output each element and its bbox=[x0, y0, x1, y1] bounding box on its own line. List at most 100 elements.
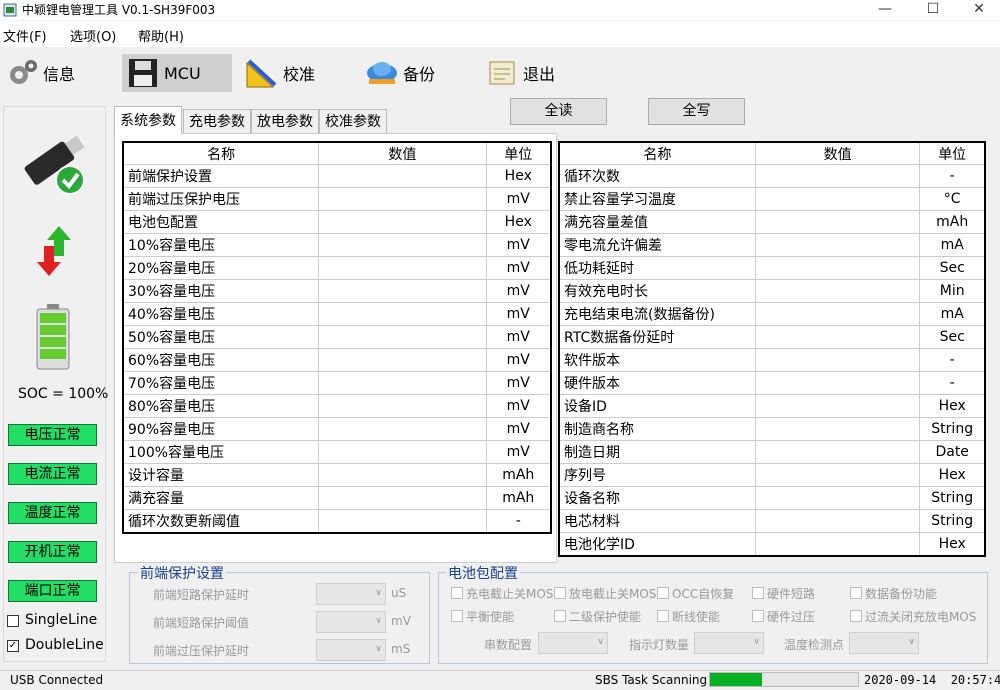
cell-name: 30%容量电压 bbox=[123, 279, 320, 303]
write-all-button[interactable]: 全写 bbox=[648, 98, 745, 125]
cell-value[interactable] bbox=[755, 233, 921, 257]
cell-name: 设计容量 bbox=[123, 463, 320, 487]
single-line-checkbox[interactable] bbox=[7, 615, 19, 627]
cell-value[interactable] bbox=[755, 210, 921, 234]
cell-value[interactable] bbox=[755, 302, 921, 326]
cell-value[interactable] bbox=[755, 463, 921, 487]
cell-value[interactable] bbox=[318, 325, 487, 349]
cell-value[interactable] bbox=[755, 486, 921, 510]
cell-value[interactable] bbox=[755, 532, 921, 557]
pack-config-checkbox[interactable] bbox=[451, 610, 463, 622]
cell-name: 有效充电时长 bbox=[559, 279, 756, 303]
cell-value[interactable] bbox=[318, 233, 487, 257]
cell-value[interactable] bbox=[318, 371, 487, 395]
close-button[interactable]: ✕ bbox=[956, 0, 1000, 20]
cell-value[interactable] bbox=[755, 394, 921, 418]
cell-value[interactable] bbox=[755, 509, 921, 533]
cell-name: 10%容量电压 bbox=[123, 233, 320, 257]
cell-value[interactable] bbox=[318, 210, 487, 234]
pack-config-select[interactable]: ∨ bbox=[849, 632, 919, 654]
frontend-row-select[interactable]: ∨ bbox=[316, 583, 386, 605]
cell-value[interactable] bbox=[755, 325, 921, 349]
cell-name: 循环次数 bbox=[559, 164, 756, 188]
cell-value[interactable] bbox=[318, 417, 487, 441]
pack-config-select[interactable]: ∨ bbox=[694, 632, 764, 654]
tab-discharge-params[interactable]: 放电参数 bbox=[251, 109, 319, 133]
frontend-row-label: 前端短路保护阈值 bbox=[153, 616, 250, 630]
pack-config-checkbox-label: 硬件过压 bbox=[767, 610, 816, 624]
cell-value[interactable] bbox=[318, 348, 487, 372]
cell-value[interactable] bbox=[755, 440, 921, 464]
battery-full-icon bbox=[36, 304, 70, 370]
chevron-down-icon: ∨ bbox=[375, 616, 382, 626]
cell-value[interactable] bbox=[318, 256, 487, 280]
cell-value[interactable] bbox=[318, 394, 487, 418]
table-row: 低功耗延时 Sec bbox=[559, 256, 986, 280]
maximize-button[interactable]: ☐ bbox=[910, 0, 956, 20]
double-line-checkbox[interactable]: ✓ bbox=[7, 640, 19, 652]
cell-value[interactable] bbox=[755, 279, 921, 303]
cell-unit: String bbox=[919, 509, 986, 533]
cell-value[interactable] bbox=[755, 371, 921, 395]
cell-value[interactable] bbox=[318, 486, 487, 510]
cell-value[interactable] bbox=[318, 509, 487, 534]
frontend-row-select[interactable]: ∨ bbox=[316, 639, 386, 661]
cell-value[interactable] bbox=[755, 164, 921, 188]
pack-config-checkbox-label: 平衡使能 bbox=[466, 610, 515, 624]
pack-config-checkbox-label: 放电截止关MOS bbox=[569, 587, 657, 601]
cloud-icon bbox=[367, 62, 397, 84]
pack-config-checkbox[interactable] bbox=[657, 587, 669, 599]
table-row: 满充容量 mAh bbox=[123, 486, 552, 510]
tab-charge-params[interactable]: 充电参数 bbox=[183, 109, 251, 133]
pack-config-checkbox[interactable] bbox=[451, 587, 463, 599]
menu-file[interactable]: 文件(F) bbox=[3, 26, 47, 45]
current-status: 电流正常 bbox=[8, 463, 97, 485]
double-line-label: DoubleLine bbox=[25, 637, 104, 653]
system-params-table-left: 名称 数值 单位 前端保护设置 Hex 前端过压保护电压 mV 电池包配置 Hex 10%容… bbox=[122, 141, 552, 534]
window-title: 中颖锂电管理工具 V0.1-SH39F003 bbox=[22, 3, 216, 17]
cell-value[interactable] bbox=[318, 279, 487, 303]
table-row: 电池化学ID Hex bbox=[559, 532, 986, 557]
cell-unit: Date bbox=[919, 440, 986, 464]
column-header-unit: 单位 bbox=[919, 142, 986, 165]
cell-value[interactable] bbox=[318, 164, 487, 188]
pack-config-select[interactable]: ∨ bbox=[538, 632, 608, 654]
usb-connected-icon bbox=[24, 135, 85, 195]
tab-system-params[interactable]: 系统参数 bbox=[114, 106, 182, 134]
cell-unit: mV bbox=[486, 302, 552, 326]
pack-config-checkbox[interactable] bbox=[752, 587, 764, 599]
pack-config-checkbox[interactable] bbox=[554, 587, 566, 599]
pack-config-checkbox[interactable] bbox=[752, 610, 764, 622]
pack-config-checkbox[interactable] bbox=[657, 610, 669, 622]
cell-value[interactable] bbox=[755, 348, 921, 372]
cell-value[interactable] bbox=[318, 440, 487, 464]
toolbar-calibrate-button[interactable]: 校准 bbox=[245, 54, 355, 92]
table-row: 70%容量电压 mV bbox=[123, 371, 552, 395]
cell-value[interactable] bbox=[318, 187, 487, 211]
toolbar-mcu-button[interactable]: MCU bbox=[122, 54, 232, 92]
chevron-down-icon: ∨ bbox=[597, 637, 604, 647]
table-row: 前端保护设置 Hex bbox=[123, 164, 552, 188]
pack-config-checkbox[interactable] bbox=[850, 610, 862, 622]
pack-config-checkbox[interactable] bbox=[850, 587, 862, 599]
pack-config-checkbox-label: OCC自恢复 bbox=[672, 587, 735, 601]
pack-config-checkbox[interactable] bbox=[554, 610, 566, 622]
toolbar-info-button[interactable]: 信息 bbox=[5, 54, 115, 92]
cell-value[interactable] bbox=[755, 256, 921, 280]
read-all-button[interactable]: 全读 bbox=[510, 98, 607, 125]
toolbar-backup-button[interactable]: 备份 bbox=[365, 54, 475, 92]
cell-value[interactable] bbox=[755, 187, 921, 211]
cell-unit: Min bbox=[919, 279, 986, 303]
cell-value[interactable] bbox=[755, 417, 921, 441]
cell-value[interactable] bbox=[318, 463, 487, 487]
toolbar-exit-button[interactable]: 退出 bbox=[485, 54, 595, 92]
minimize-button[interactable]: — bbox=[862, 0, 908, 20]
menu-options[interactable]: 选项(O) bbox=[70, 26, 116, 45]
menu-help[interactable]: 帮助(H) bbox=[138, 26, 184, 45]
cell-name: 满充容量 bbox=[123, 486, 320, 510]
frontend-row-select[interactable]: ∨ bbox=[316, 611, 386, 633]
system-params-table-right: 名称 数值 单位 循环次数 - 禁止容量学习温度 °C 满充容量差值 mAh 零电流允许偏差… bbox=[558, 141, 986, 557]
tab-calibration-params[interactable]: 校准参数 bbox=[319, 109, 387, 133]
cell-name: 20%容量电压 bbox=[123, 256, 320, 280]
cell-value[interactable] bbox=[318, 302, 487, 326]
